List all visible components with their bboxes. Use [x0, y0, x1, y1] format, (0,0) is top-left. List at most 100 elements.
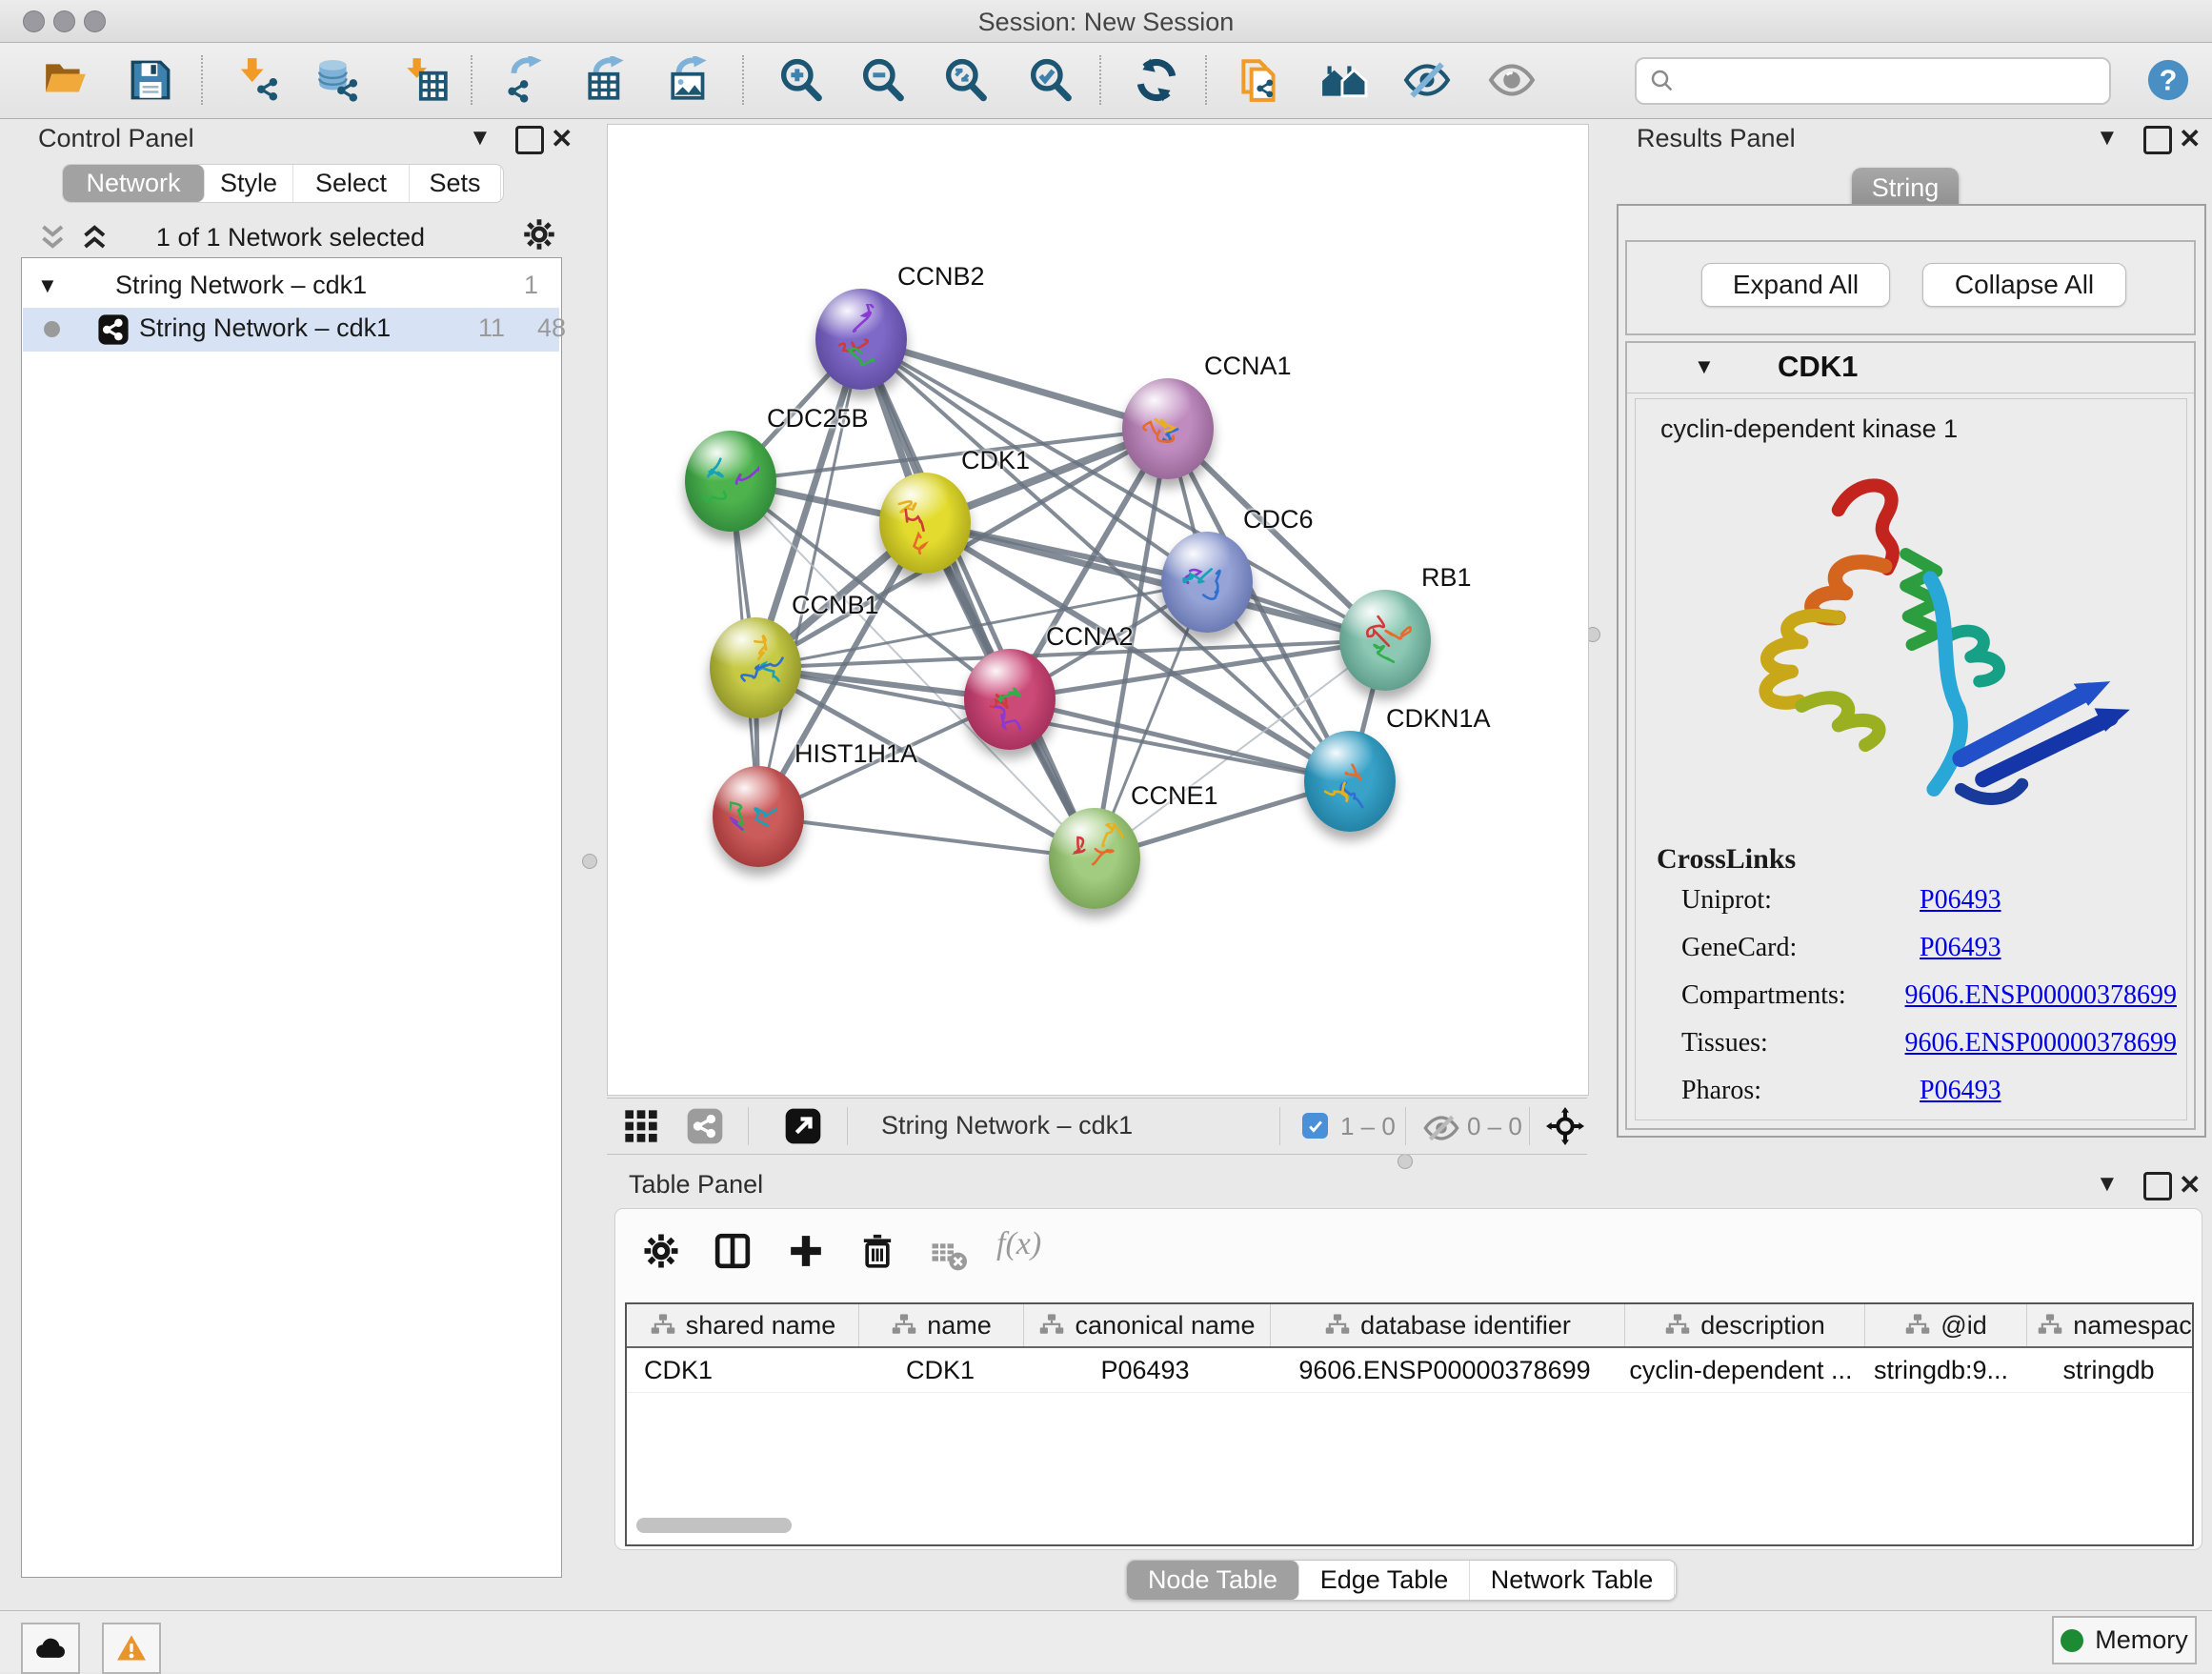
cloud-button[interactable] [21, 1623, 80, 1674]
network-selection-status: 1 of 1 Network selected [124, 223, 457, 252]
network-node-cdkn1a[interactable] [1304, 731, 1396, 832]
control-panel-float-icon[interactable] [515, 126, 544, 154]
import-network-file-button[interactable] [231, 52, 287, 108]
network-node-cdk1[interactable] [879, 473, 971, 574]
table-panel-close-icon[interactable]: ✕ [2179, 1169, 2201, 1200]
crosslink-label: GeneCard: [1681, 933, 1920, 963]
show-columns-icon[interactable] [714, 1232, 752, 1275]
column-header-shared-name[interactable]: shared name [627, 1304, 859, 1346]
memory-button[interactable]: Memory [2052, 1616, 2197, 1664]
help-button[interactable]: ? [2146, 58, 2190, 102]
network-node-ccne1[interactable] [1049, 808, 1140, 909]
left-splitter-handle[interactable] [582, 854, 597, 869]
import-table-file-button[interactable] [398, 52, 453, 108]
network-row-selected[interactable]: String Network – cdk1 11 48 [23, 308, 559, 352]
zoom-fit-content-button[interactable] [938, 52, 994, 108]
network-edge[interactable] [861, 339, 1095, 858]
tab-sets[interactable]: Sets [410, 165, 501, 202]
column-header--id[interactable]: @id [1865, 1304, 2027, 1346]
node-label-cdc6: CDC6 [1243, 505, 1314, 534]
network-node-hist1h1a[interactable] [713, 766, 804, 867]
select-first-neighbors-button[interactable] [1317, 52, 1372, 108]
tab-network[interactable]: Network [63, 165, 205, 202]
tab-network-table[interactable]: Network Table [1470, 1561, 1675, 1600]
control-panel-close-icon[interactable]: ✕ [551, 123, 573, 154]
selected-nodes-checkbox[interactable] [1302, 1113, 1328, 1139]
network-node-cdc6[interactable] [1161, 532, 1253, 633]
network-collection-row[interactable]: ▼ String Network – cdk1 1 [22, 266, 559, 308]
results-panel-menu-icon[interactable]: ▼ [2096, 125, 2119, 151]
column-header-namespac[interactable]: namespac [2027, 1304, 2194, 1346]
network-node-ccnb2[interactable] [815, 289, 907, 390]
fit-selected-crosshair-icon[interactable] [1546, 1107, 1584, 1150]
table-cell: CDK1 [627, 1348, 858, 1392]
control-panel-menu-icon[interactable]: ▼ [469, 125, 492, 151]
refresh-view-button[interactable] [1129, 52, 1184, 108]
column-header-description[interactable]: description [1625, 1304, 1865, 1346]
network-edge[interactable] [861, 339, 1168, 429]
crosslink-link[interactable]: 9606.ENSP00000378699 [1905, 980, 2177, 1011]
column-header-database-identifier[interactable]: database identifier [1271, 1304, 1625, 1346]
export-image-button[interactable] [663, 52, 718, 108]
export-network-button[interactable] [498, 52, 553, 108]
table-settings-gear-icon[interactable] [642, 1232, 680, 1275]
table-panel-float-icon[interactable] [2143, 1172, 2172, 1200]
crosslink-link[interactable]: 9606.ENSP00000378699 [1905, 1028, 2177, 1059]
network-canvas[interactable]: CCNB2CCNA1CDC25BCDK1CDC6RB1CCNB1CCNA2CDK… [607, 124, 1589, 1096]
copy-current-style-button[interactable] [1232, 52, 1287, 108]
expand-all-tree-icon[interactable] [78, 221, 112, 250]
warning-button[interactable] [102, 1623, 161, 1674]
show-all-button[interactable] [1484, 52, 1539, 108]
save-session-button[interactable] [123, 52, 178, 108]
add-column-icon[interactable] [787, 1232, 825, 1275]
results-panel-close-icon[interactable]: ✕ [2179, 123, 2201, 154]
network-options-gear-icon[interactable] [522, 217, 556, 252]
import-network-database-button[interactable] [311, 52, 366, 108]
bottom-splitter-handle[interactable] [1398, 1154, 1413, 1169]
crosslink-link[interactable]: P06493 [1920, 933, 2001, 963]
tab-edge-table[interactable]: Edge Table [1299, 1561, 1470, 1600]
table-tabs: Node TableEdge TableNetwork Table [1126, 1560, 1677, 1601]
zoom-in-button[interactable] [774, 52, 829, 108]
results-panel-float-icon[interactable] [2143, 126, 2172, 154]
table-row[interactable]: CDK1CDK1P064939606.ENSP00000378699cyclin… [627, 1348, 2192, 1393]
memory-status-dot [2061, 1629, 2083, 1652]
table-panel-menu-icon[interactable]: ▼ [2096, 1171, 2119, 1198]
network-node-ccna2[interactable] [964, 649, 1056, 750]
network-node-ccna1[interactable] [1122, 378, 1214, 479]
collection-expand-icon[interactable]: ▼ [37, 273, 58, 298]
gene-card-header[interactable]: ▼ CDK1 [1627, 343, 2194, 393]
column-header-name[interactable]: name [859, 1304, 1024, 1346]
tab-node-table[interactable]: Node Table [1127, 1561, 1299, 1600]
svg-text:?: ? [2160, 65, 2178, 97]
table-hscrollbar[interactable] [636, 1518, 792, 1533]
open-session-button[interactable] [38, 52, 93, 108]
gene-collapse-icon[interactable]: ▼ [1694, 354, 1715, 379]
collapse-all-tree-icon[interactable] [36, 221, 70, 250]
birdseye-grid-icon[interactable] [622, 1107, 660, 1150]
network-node-rb1[interactable] [1339, 590, 1431, 691]
column-header-canonical-name[interactable]: canonical name [1024, 1304, 1271, 1346]
network-edge[interactable] [758, 817, 1095, 858]
export-table-button[interactable] [580, 52, 635, 108]
zoom-out-button[interactable] [855, 52, 911, 108]
results-tab-string[interactable]: String [1852, 168, 1959, 209]
tab-style[interactable]: Style [205, 165, 293, 202]
network-node-cdc25b[interactable] [685, 431, 776, 532]
string-share-icon[interactable] [686, 1107, 724, 1150]
search-input[interactable] [1684, 66, 2109, 97]
open-in-new-icon[interactable] [784, 1107, 822, 1150]
hide-selected-button[interactable] [1399, 52, 1455, 108]
toolbar-separator [471, 55, 473, 105]
search-box[interactable] [1635, 57, 2111, 105]
network-node-ccnb1[interactable] [710, 617, 801, 718]
expand-all-button[interactable]: Expand All [1701, 263, 1890, 307]
table-panel-title: Table Panel [629, 1170, 763, 1200]
protein-thumbnail [896, 488, 954, 555]
zoom-selected-button[interactable] [1023, 52, 1078, 108]
crosslink-link[interactable]: P06493 [1920, 1076, 2001, 1106]
tab-select[interactable]: Select [293, 165, 410, 202]
collapse-all-button[interactable]: Collapse All [1922, 263, 2126, 307]
crosslink-link[interactable]: P06493 [1920, 885, 2001, 916]
delete-column-trash-icon[interactable] [858, 1232, 896, 1275]
